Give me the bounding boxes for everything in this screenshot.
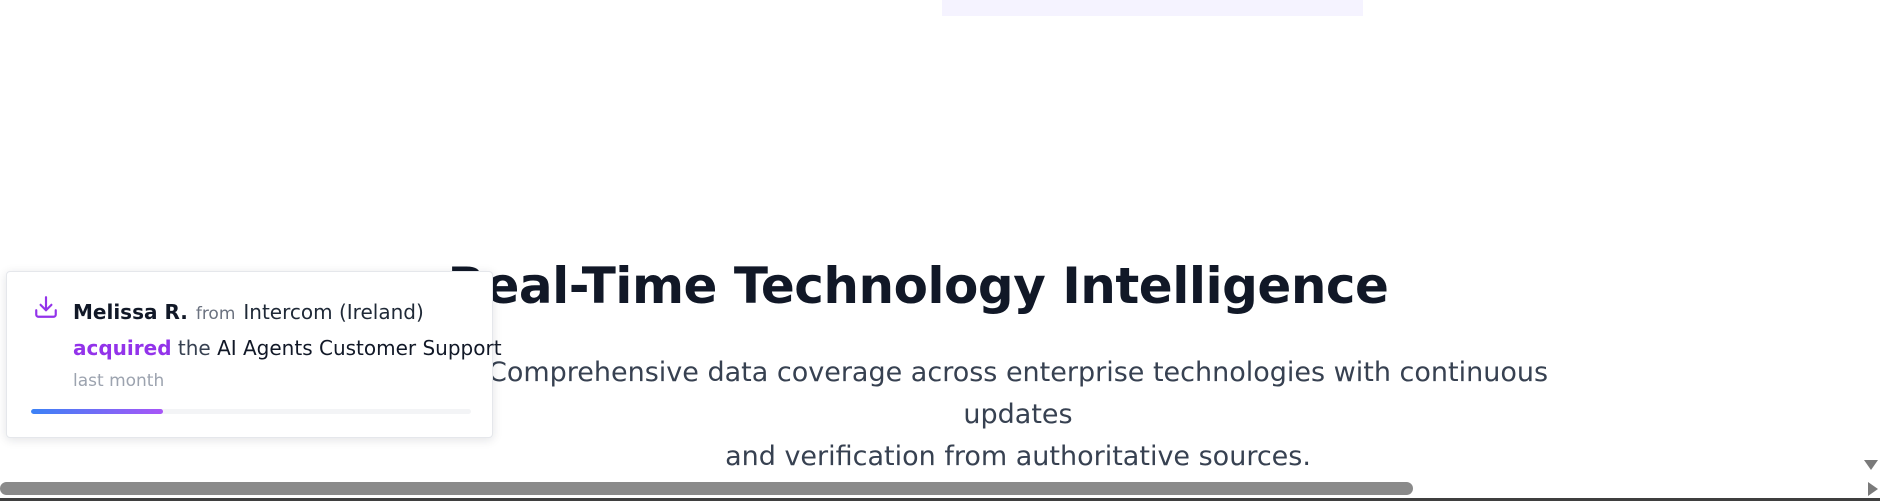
from-label: from [195, 304, 236, 324]
download-icon [35, 296, 57, 318]
toast-progress-bar [31, 409, 471, 414]
horizontal-scrollbar-thumb[interactable] [0, 482, 1413, 495]
scroll-right-arrow-icon[interactable] [1868, 482, 1878, 496]
scroll-down-arrow-icon[interactable] [1864, 460, 1878, 470]
top-panel [942, 0, 1363, 16]
customer-company: Intercom (Ireland) [243, 300, 424, 324]
product-name: AI Agents Customer Support [217, 336, 502, 360]
toast-timestamp: last month [73, 371, 165, 391]
purchase-notification-toast[interactable]: Melissa R. from Intercom (Ireland) acquire… [6, 271, 502, 438]
toast-action: acquired the AI Agents Customer Support [73, 336, 502, 360]
customer-name: Melissa R. [73, 300, 188, 324]
horizontal-scrollbar[interactable] [0, 480, 1880, 501]
article-label: the [177, 336, 211, 360]
toast-headline: Melissa R. from Intercom (Ireland) [73, 300, 424, 324]
page-subtitle: Comprehensive data coverage across enter… [440, 352, 1596, 478]
subtitle-line-2: and verification from authoritative sour… [725, 441, 1311, 472]
action-label: acquired [73, 336, 172, 360]
subtitle-line-1: Comprehensive data coverage across enter… [487, 357, 1549, 430]
toast-progress-fill [31, 409, 163, 414]
